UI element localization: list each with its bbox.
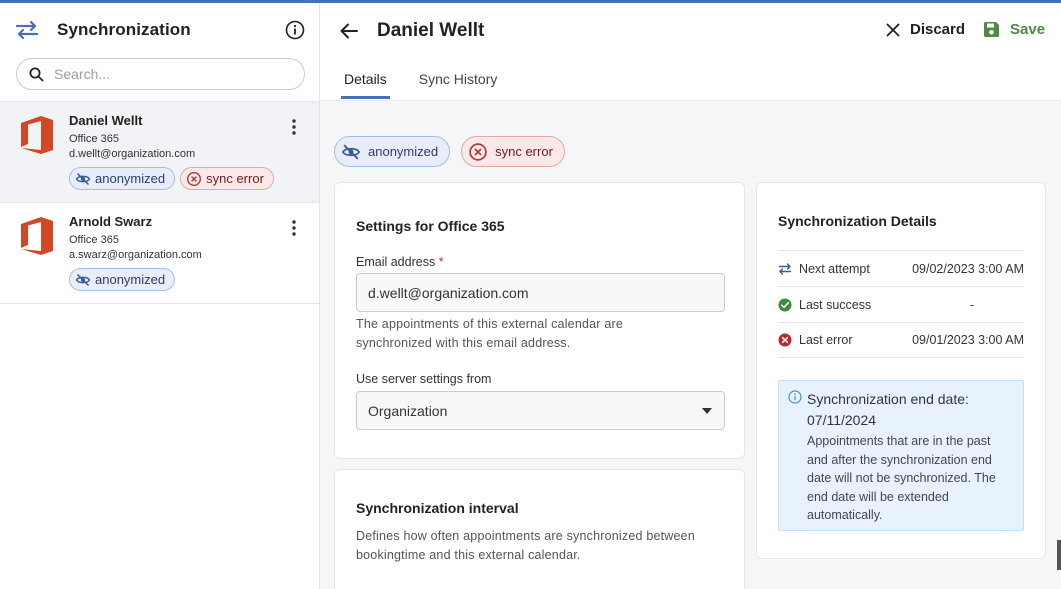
scrollbar[interactable]	[1057, 540, 1061, 570]
detail-value: -	[969, 297, 974, 312]
account-email: d.wellt@organization.com	[69, 148, 196, 160]
sidebar-header: Synchronization	[0, 3, 319, 57]
next-attempt-row: Next attempt 09/02/2023 3:00 AM	[778, 250, 1024, 286]
account-list: Daniel Wellt Office 365 d.wellt@organiza…	[0, 101, 319, 304]
detail-value: 09/01/2023 3:00 AM	[912, 333, 1024, 347]
sync-details-card: Synchronization Details Next attempt 09/…	[756, 182, 1046, 559]
settings-card: Settings for Office 365 Email address * …	[334, 182, 745, 459]
email-field[interactable]: d.wellt@organization.com	[356, 273, 725, 312]
interval-card: Synchronization interval Defines how oft…	[334, 469, 745, 589]
sync-error-badge: sync error	[180, 167, 274, 190]
check-circle-icon	[778, 298, 792, 311]
email-label: Email address *	[356, 255, 444, 269]
anonymized-badge: anonymized	[69, 268, 176, 291]
last-error-row: Last error 09/01/2023 3:00 AM	[778, 322, 1024, 358]
badge-label: anonymized	[95, 171, 166, 186]
server-settings-label: Use server settings from	[356, 372, 492, 386]
detail-label: Next attempt	[799, 261, 870, 276]
page-title: Daniel Wellt	[377, 20, 485, 41]
tab-details[interactable]: Details	[341, 69, 390, 99]
badge-group: anonymized sync error	[69, 167, 319, 190]
info-icon[interactable]	[285, 20, 305, 40]
discard-label: Discard	[910, 21, 966, 38]
sync-error-badge: sync error	[461, 136, 565, 167]
end-date-notice: Synchronization end date: 07/11/2024 App…	[778, 380, 1024, 531]
main-panel: Daniel Wellt Discard Save Details Sync H…	[320, 3, 1061, 589]
email-value: d.wellt@organization.com	[368, 284, 529, 301]
dropdown-arrow-icon	[702, 408, 712, 414]
badge-label: sync error	[495, 144, 553, 159]
detail-label: Last success	[799, 297, 872, 312]
close-icon	[886, 23, 900, 36]
badge-label: sync error	[206, 171, 264, 186]
eye-off-icon	[341, 143, 361, 160]
detail-value: 09/02/2023 3:00 AM	[912, 261, 1024, 276]
badge-group: anonymized	[69, 268, 319, 291]
status-badges: anonymized sync error	[334, 136, 565, 167]
server-settings-select[interactable]: Organization	[356, 391, 725, 430]
search-box	[16, 58, 305, 90]
email-helper-text: The appointments of this external calend…	[356, 317, 623, 350]
search-icon	[29, 67, 44, 81]
save-label: Save	[1010, 21, 1046, 38]
required-mark: *	[438, 255, 444, 269]
search-input[interactable]	[54, 66, 284, 82]
sync-arrows-icon	[778, 262, 792, 275]
more-options-icon[interactable]	[288, 219, 300, 237]
sidebar-title: Synchronization	[57, 20, 191, 39]
list-item[interactable]: Arnold Swarz Office 365 a.swarz@organiza…	[0, 203, 319, 304]
settings-title: Settings for Office 365	[356, 218, 505, 234]
more-options-icon[interactable]	[288, 118, 300, 136]
save-button[interactable]: Save	[983, 21, 1045, 38]
error-circle-icon	[778, 333, 792, 347]
sync-arrows-icon	[15, 20, 39, 40]
eye-off-icon	[75, 273, 91, 286]
account-provider: Office 365	[69, 133, 119, 145]
anonymized-badge: anonymized	[69, 167, 176, 190]
account-name: Daniel Wellt	[69, 113, 143, 128]
account-email: a.swarz@organization.com	[69, 249, 202, 261]
interval-description: Defines how often appointments are synch…	[356, 529, 695, 562]
anonymized-badge: anonymized	[334, 136, 451, 167]
server-settings-value: Organization	[368, 402, 448, 419]
badge-label: anonymized	[368, 144, 439, 159]
floppy-disk-icon	[984, 22, 999, 37]
details-title: Synchronization Details	[778, 213, 937, 229]
badge-label: anonymized	[95, 272, 166, 287]
office-365-icon	[21, 217, 53, 255]
email-label-text: Email address	[356, 255, 436, 269]
main-header: Daniel Wellt Discard Save Details Sync H…	[320, 3, 1061, 101]
tab-bar: Details Sync History	[341, 69, 526, 99]
sidebar: Synchronization Daniel Wellt Office 365 …	[0, 3, 320, 589]
info-icon	[788, 390, 802, 404]
eye-off-icon	[75, 172, 91, 185]
tab-sync-history[interactable]: Sync History	[416, 69, 501, 99]
detail-label: Last error	[799, 333, 853, 347]
office-365-icon	[21, 116, 53, 154]
error-circle-icon	[469, 142, 487, 161]
interval-title: Synchronization interval	[356, 500, 519, 516]
notice-body: Appointments that are in the past and af…	[807, 434, 996, 522]
account-provider: Office 365	[69, 234, 119, 246]
notice-title: Synchronization end date: 07/11/2024	[807, 391, 969, 428]
back-arrow-icon[interactable]	[339, 22, 359, 40]
last-success-row: Last success -	[778, 286, 1024, 322]
error-circle-icon	[187, 171, 202, 186]
discard-button[interactable]: Discard	[886, 21, 965, 38]
account-name: Arnold Swarz	[69, 214, 153, 229]
list-item[interactable]: Daniel Wellt Office 365 d.wellt@organiza…	[0, 102, 319, 203]
